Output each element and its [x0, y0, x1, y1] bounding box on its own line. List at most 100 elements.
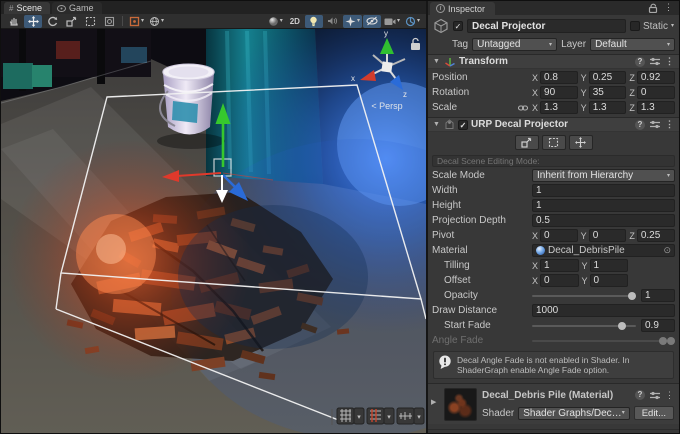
- gameobject-cube-icon[interactable]: [433, 18, 449, 34]
- rect-tool-button[interactable]: [81, 15, 99, 28]
- scene-visibility-button[interactable]: [363, 15, 381, 28]
- pivot-x-field[interactable]: 0: [540, 229, 578, 242]
- svg-text:▾: ▾: [387, 414, 391, 421]
- position-y-field[interactable]: 0.25: [589, 71, 627, 84]
- opacity-field[interactable]: 1: [641, 289, 675, 302]
- constrain-proportions-icon[interactable]: [518, 104, 528, 112]
- height-label: Height: [432, 200, 532, 211]
- edit-pivot-mode-button[interactable]: [569, 135, 593, 150]
- presets-icon[interactable]: [650, 391, 660, 400]
- object-picker-icon[interactable]: ⊙: [663, 245, 671, 256]
- static-dropdown-icon[interactable]: ▾: [671, 23, 674, 29]
- start-fade-field[interactable]: 0.9: [641, 319, 675, 332]
- shader-edit-button[interactable]: Edit...: [634, 406, 674, 420]
- opacity-slider-knob[interactable]: [628, 292, 636, 300]
- snap-increment-button[interactable]: ▾: [367, 408, 394, 424]
- gameobject-name-field[interactable]: Decal Projector: [467, 19, 626, 33]
- transform-tool-button[interactable]: [100, 15, 118, 28]
- tag-dropdown[interactable]: Untagged ▾: [472, 38, 557, 51]
- tilling-x-field[interactable]: 1: [540, 259, 578, 272]
- decal-projector-header[interactable]: ▼ ✓ URP Decal Projector ? ⋮: [428, 117, 679, 132]
- draw-distance-field[interactable]: 1000: [532, 304, 675, 317]
- effects-toggle-button[interactable]: ▾: [343, 15, 362, 28]
- decal-projector-title: URP Decal Projector: [471, 119, 568, 130]
- active-checkbox[interactable]: ✓: [453, 21, 463, 31]
- width-field[interactable]: 1: [532, 184, 675, 197]
- lighting-toggle-button[interactable]: [305, 15, 323, 28]
- rotation-z-field[interactable]: 0: [637, 86, 675, 99]
- camera-settings-button[interactable]: ▾: [382, 15, 402, 28]
- persp-label[interactable]: < Persp: [371, 101, 402, 111]
- grid-settings-button[interactable]: ▾: [397, 408, 424, 424]
- scale-z-field[interactable]: 1.3: [637, 101, 675, 114]
- pivot-z-field[interactable]: 0.25: [637, 229, 675, 242]
- decal-editing-mode-strip: Decal Scene Editing Mode:: [432, 155, 675, 167]
- foldout-icon[interactable]: ▼: [433, 58, 441, 65]
- material-thumbnail[interactable]: [444, 388, 477, 421]
- static-checkbox[interactable]: [630, 21, 640, 31]
- position-x-field[interactable]: 0.8: [540, 71, 578, 84]
- scale-y-field[interactable]: 1.3: [589, 101, 627, 114]
- handle-orientation-button[interactable]: ▾: [147, 15, 166, 28]
- help-icon[interactable]: ?: [635, 390, 645, 400]
- rotation-y-field[interactable]: 35: [589, 86, 627, 99]
- material-foldout-icon[interactable]: ▶: [431, 398, 439, 406]
- component-menu-icon[interactable]: ⋮: [665, 119, 674, 130]
- info-icon: i: [436, 4, 445, 13]
- shader-label: Shader: [482, 408, 514, 419]
- transform-icon: [104, 16, 115, 27]
- presets-icon[interactable]: [650, 57, 660, 66]
- lock-icon[interactable]: [648, 3, 658, 13]
- help-icon[interactable]: ?: [635, 57, 645, 67]
- tab-inspector[interactable]: i Inspector: [430, 2, 495, 15]
- scale-mode-dropdown[interactable]: Inherit from Hierarchy ▾: [532, 169, 675, 182]
- shaded-sphere-icon: [268, 16, 279, 27]
- edit-crop-mode-button[interactable]: [542, 135, 566, 150]
- scale-tool-button[interactable]: [62, 15, 80, 28]
- tilling-y-field[interactable]: 1: [590, 259, 628, 272]
- projection-depth-field[interactable]: 0.5: [532, 214, 675, 227]
- scene-render: y x z < Persp ▾: [1, 29, 426, 433]
- angle-fade-slider: [532, 334, 675, 347]
- material-object-field[interactable]: Decal_DebrisPile ⊙: [532, 244, 675, 257]
- height-field[interactable]: 1: [532, 199, 675, 212]
- component-enabled-checkbox[interactable]: ✓: [458, 120, 468, 130]
- 2d-toggle-button[interactable]: 2D: [286, 15, 304, 28]
- rotate-tool-button[interactable]: [43, 15, 61, 28]
- help-icon[interactable]: ?: [635, 120, 645, 130]
- pivot-toggle-button[interactable]: ▾: [127, 15, 146, 28]
- inspector-menu-icon[interactable]: ⋮: [664, 2, 673, 13]
- edit-scale-mode-button[interactable]: [515, 135, 539, 150]
- tab-scene[interactable]: # Scene: [4, 2, 50, 14]
- opacity-slider[interactable]: [532, 289, 636, 302]
- pivot-y-field[interactable]: 0: [589, 229, 627, 242]
- start-fade-slider-knob[interactable]: [618, 322, 626, 330]
- component-menu-icon[interactable]: ⋮: [665, 390, 674, 401]
- foldout-icon[interactable]: ▼: [433, 121, 441, 128]
- layer-value: Default: [595, 39, 627, 50]
- presets-icon[interactable]: [650, 120, 660, 129]
- transform-header[interactable]: ▼ Transform ? ⋮: [428, 54, 679, 69]
- speaker-icon: [327, 16, 338, 26]
- camera-icon: [384, 17, 396, 26]
- offset-x-field[interactable]: 0: [540, 274, 578, 287]
- tab-game[interactable]: Game: [52, 2, 102, 14]
- scene-viewport[interactable]: y x z < Persp ▾: [1, 29, 426, 433]
- axis-z-label: z: [403, 90, 407, 99]
- component-menu-icon[interactable]: ⋮: [665, 56, 674, 67]
- layer-dropdown[interactable]: Default ▾: [590, 38, 675, 51]
- audio-toggle-button[interactable]: [324, 15, 342, 28]
- grid-visibility-button[interactable]: ▾: [337, 408, 364, 424]
- position-z-field[interactable]: 0.92: [637, 71, 675, 84]
- hand-tool-button[interactable]: [5, 15, 23, 28]
- shading-mode-button[interactable]: ▾: [266, 15, 285, 28]
- start-fade-slider[interactable]: [532, 319, 636, 332]
- scale-x-field[interactable]: 1.3: [540, 101, 578, 114]
- rotation-x-field[interactable]: 90: [540, 86, 578, 99]
- offset-y-field[interactable]: 0: [590, 274, 628, 287]
- shader-dropdown[interactable]: Shader Graphs/Decal_HeightMask ▾: [518, 407, 629, 420]
- dropdown-icon: ▾: [280, 18, 283, 24]
- x-axis-label: X: [532, 276, 538, 286]
- move-tool-button[interactable]: [24, 15, 42, 28]
- gizmos-menu-button[interactable]: ▾: [403, 15, 422, 28]
